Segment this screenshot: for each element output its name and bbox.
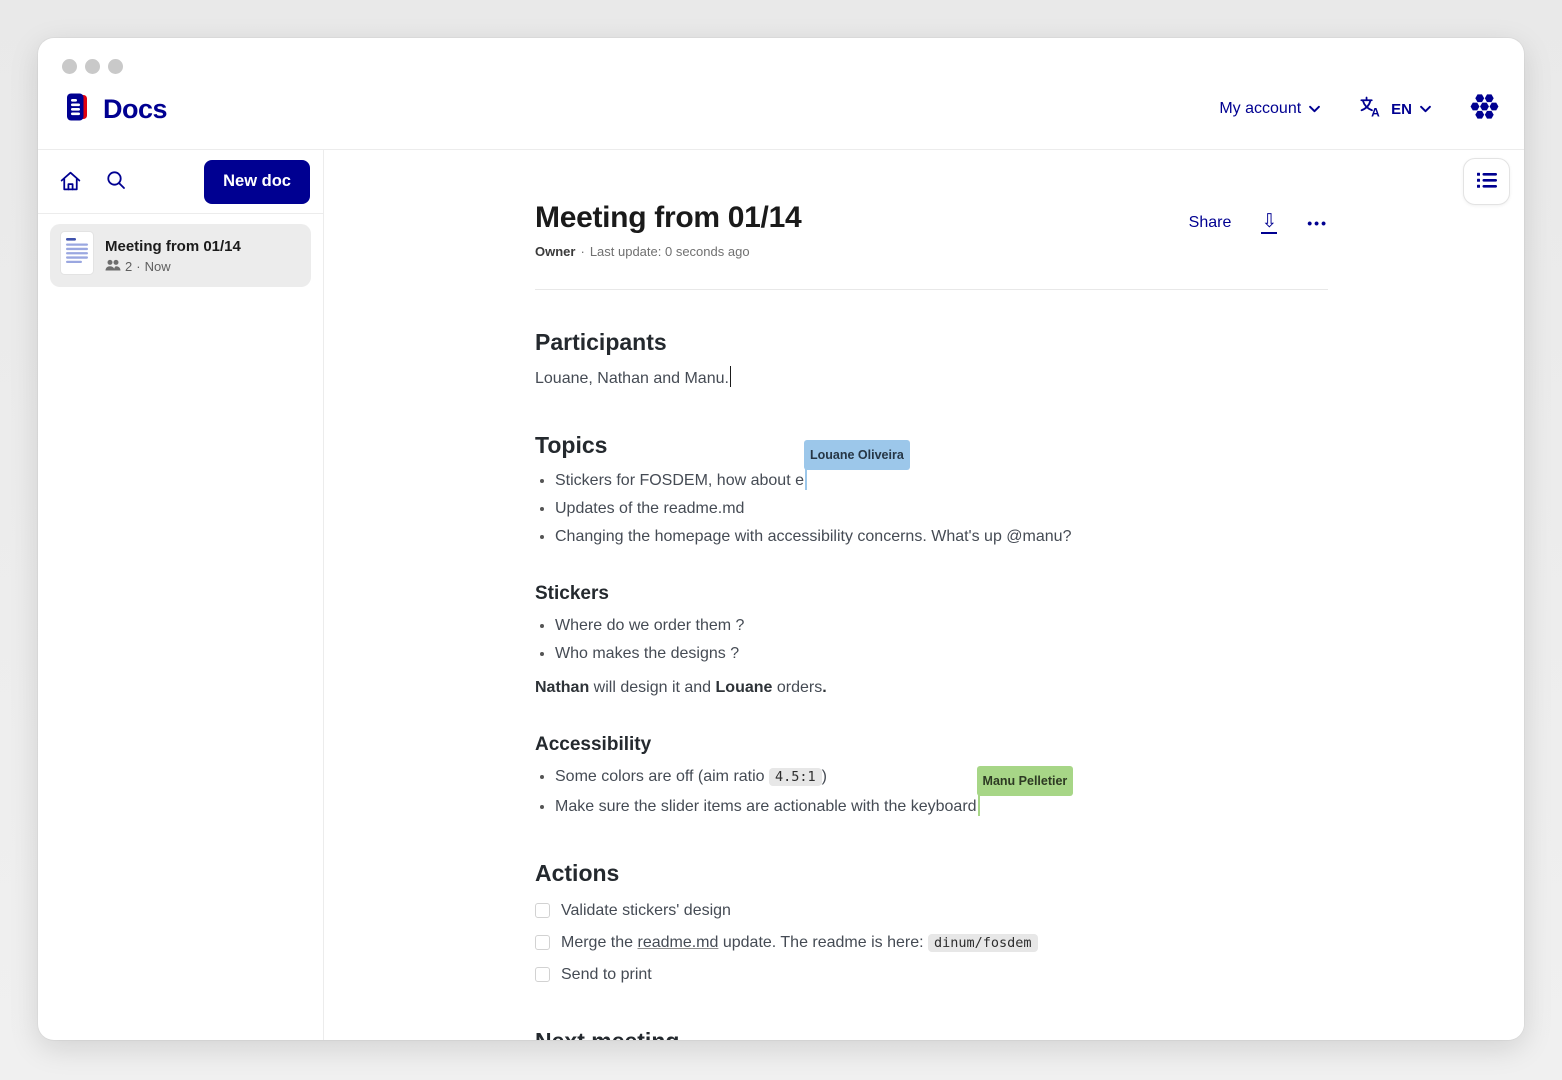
list-item: Stickers for FOSDEM, how about eLouane O… [555, 467, 1328, 493]
table-of-contents-button[interactable] [1463, 158, 1510, 205]
owner-badge: Owner [535, 244, 575, 259]
window-controls [62, 38, 1500, 74]
document-editor: Meeting from 01/14 Owner · Last update: … [324, 150, 1328, 1040]
language-selector[interactable]: A EN [1358, 94, 1431, 124]
task-label: Merge the readme.md update. The readme i… [561, 931, 1038, 955]
list-item: Changing the homepage with accessibility… [555, 525, 1328, 549]
document-meta: Owner · Last update: 0 seconds ago [535, 244, 801, 259]
list-item: Make sure the slider items are actionabl… [555, 793, 1328, 819]
share-button[interactable]: Share [1189, 214, 1232, 232]
accessibility-list: Some colors are off (aim ratio 4.5:1) Ma… [535, 765, 1328, 819]
text-cursor [730, 366, 732, 387]
doc-updated-time: Now [145, 259, 171, 274]
list-icon [1476, 169, 1498, 194]
heading-accessibility: Accessibility [535, 733, 1328, 757]
collaborator-cursor-louane: Louane Oliveira [805, 467, 807, 490]
translate-icon: A [1358, 94, 1383, 124]
language-code: EN [1391, 101, 1412, 118]
participants-text: Louane, Nathan and Manu. [535, 366, 1328, 391]
heading-participants: Participants [535, 328, 1328, 356]
task-row: Send to print [535, 963, 1328, 987]
apps-waffle-button[interactable] [1469, 93, 1500, 125]
more-options-icon[interactable]: ••• [1307, 215, 1328, 231]
search-button[interactable] [97, 163, 135, 201]
home-icon [58, 168, 83, 196]
stickers-note: Nathan will design it and Louane orders. [535, 676, 1328, 700]
doc-item-meta: 2 · Now [105, 259, 241, 274]
download-icon[interactable]: ⇩ [1261, 212, 1277, 234]
new-doc-button[interactable]: New doc [204, 160, 310, 204]
list-item: Some colors are off (aim ratio 4.5:1) [555, 765, 1328, 789]
home-button[interactable] [51, 163, 89, 201]
collaborator-cursor-manu: Manu Pelletier [978, 793, 980, 816]
my-account-label: My account [1219, 100, 1301, 118]
doc-members-count: 2 [125, 259, 132, 274]
doc-thumbnail [60, 231, 94, 280]
docs-logo[interactable]: Docs [62, 91, 167, 128]
meta-separator: · [136, 259, 140, 274]
sidebar: New doc Meeting from 01/14 [38, 150, 324, 1040]
heading-topics: Topics [535, 431, 1328, 459]
my-account-menu[interactable]: My account [1219, 100, 1320, 118]
collaborator-name-badge: Louane Oliveira [804, 440, 910, 470]
app-header: Docs My account [62, 78, 1500, 140]
task-label: Validate stickers' design [561, 899, 731, 923]
task-checkbox[interactable] [535, 935, 550, 950]
header-controls: My account [1219, 93, 1500, 125]
stickers-list: Where do we order them ? Who makes the d… [535, 614, 1328, 666]
task-label: Send to print [561, 963, 652, 987]
code-chip: dinum/fosdem [928, 934, 1038, 952]
heading-next-meeting: Next meeting [535, 1027, 1328, 1040]
document-header: Meeting from 01/14 Owner · Last update: … [535, 200, 1328, 259]
topics-list: Stickers for FOSDEM, how about eLouane O… [535, 467, 1328, 549]
doc-item-title: Meeting from 01/14 [105, 238, 241, 255]
app-chrome: Docs My account [38, 38, 1524, 150]
list-item: Who makes the designs ? [555, 642, 1328, 666]
content-area: Meeting from 01/14 Owner · Last update: … [324, 150, 1524, 1040]
window-dot [85, 59, 100, 74]
app-title: Docs [103, 94, 167, 125]
last-update-text: Last update: 0 seconds ago [590, 244, 750, 259]
main-area: New doc Meeting from 01/14 [38, 150, 1524, 1040]
docs-logo-icon [62, 91, 94, 128]
list-item: Where do we order them ? [555, 614, 1328, 638]
app-window: Docs My account [38, 38, 1524, 1040]
window-dot [62, 59, 77, 74]
waffle-hexagons-icon [1469, 93, 1500, 125]
chevron-down-icon [1420, 100, 1431, 118]
code-chip: 4.5:1 [769, 768, 822, 786]
task-checkbox[interactable] [535, 903, 550, 918]
heading-stickers: Stickers [535, 582, 1328, 606]
meta-separator: · [580, 244, 584, 259]
task-checkbox[interactable] [535, 967, 550, 982]
document-title: Meeting from 01/14 [535, 200, 801, 236]
task-list: Validate stickers' design Merge the read… [535, 899, 1328, 987]
search-icon [104, 168, 128, 195]
header-divider [535, 289, 1328, 290]
task-row: Merge the readme.md update. The readme i… [535, 931, 1328, 955]
chevron-down-icon [1309, 100, 1320, 118]
sidebar-toolbar: New doc [38, 150, 323, 214]
document-actions: Share ⇩ ••• [1189, 200, 1328, 234]
readme-link[interactable]: readme.md [637, 934, 718, 951]
list-item: Updates of the readme.md [555, 497, 1328, 521]
window-dot [108, 59, 123, 74]
people-icon [105, 259, 121, 274]
task-row: Validate stickers' design [535, 899, 1328, 923]
collaborator-name-badge: Manu Pelletier [977, 766, 1074, 796]
svg-text:A: A [1371, 106, 1380, 120]
heading-actions: Actions [535, 859, 1328, 887]
sidebar-doc-item[interactable]: Meeting from 01/14 2 · Now [50, 224, 311, 287]
